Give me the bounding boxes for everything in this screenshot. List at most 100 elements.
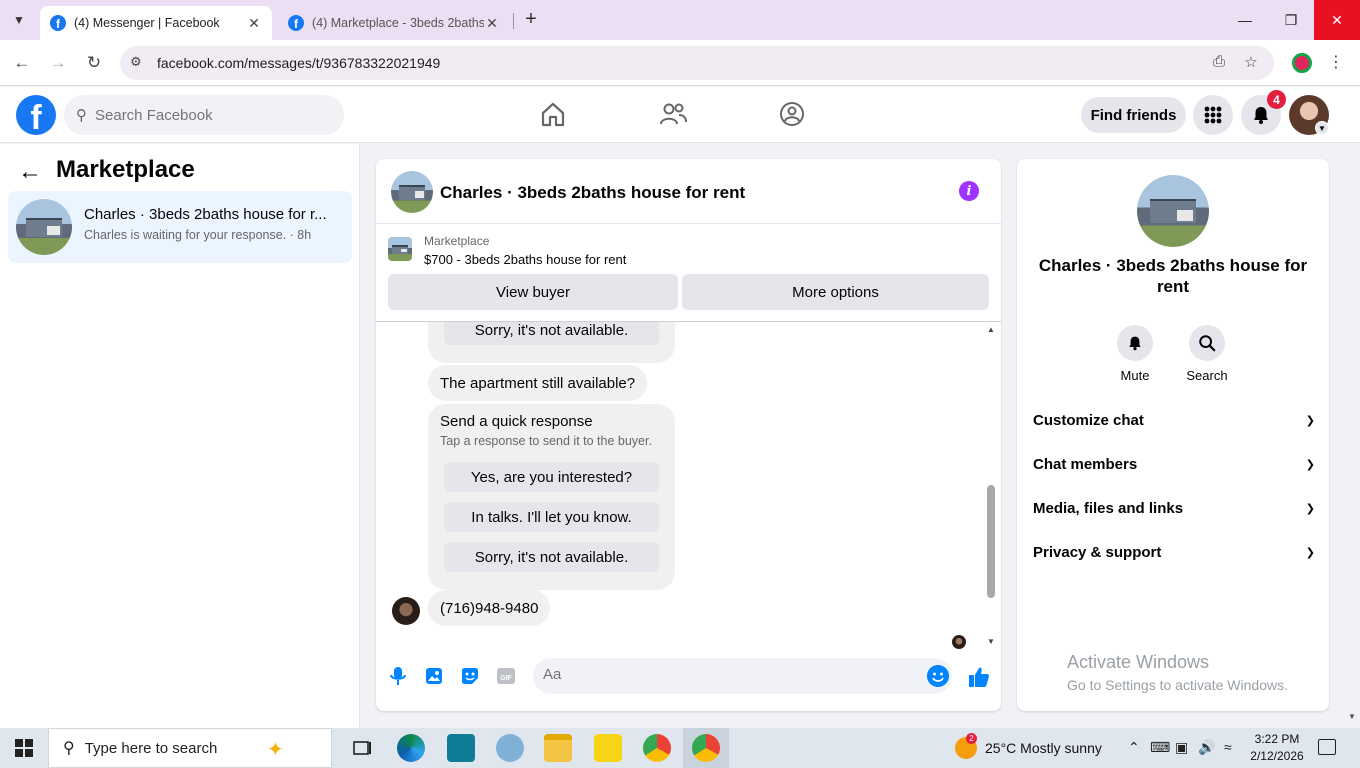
tab-title: (4) Messenger | Facebook [74,16,220,30]
privacy-support-section[interactable]: Privacy & support ❯ [1033,540,1315,564]
conversations-panel: ← Marketplace Charles · 3beds 2baths hou… [0,144,360,728]
listing-title[interactable]: $700 - 3beds 2baths house for rent [424,252,626,267]
scroll-down-arrow-icon[interactable]: ▼ [987,637,995,646]
customize-chat-section[interactable]: Customize chat ❯ [1033,408,1315,432]
message-bubble: (716)948-9480 [428,590,551,626]
weather-text[interactable]: 25°C Mostly sunny [985,740,1102,756]
back-arrow-icon[interactable]: ← [18,158,42,186]
conversation-name: Charles · 3beds 2baths house for r... [84,206,327,223]
conversation-info-icon[interactable]: i [959,181,979,201]
tab-search-dropdown-icon[interactable]: ▼ [6,8,32,32]
chat-scrollbar[interactable] [987,485,995,598]
search-icon: ⚲ [63,740,75,757]
close-tab-icon[interactable]: ✕ [246,15,262,32]
view-buyer-button[interactable]: View buyer [388,274,678,310]
friends-icon[interactable] [658,99,688,129]
facebook-favicon-icon: f [288,15,304,31]
gif-icon[interactable]: GIF [495,665,517,687]
reload-button[interactable]: ↻ [82,51,106,75]
scroll-up-arrow-icon[interactable]: ▲ [987,325,995,334]
chrome-browser-icon[interactable] [692,734,720,762]
browser-menu-icon[interactable]: ⋮ [1328,52,1344,72]
quick-response-group: Send a quick response Tap a response to … [428,404,675,590]
chat-panel: Charles · 3beds 2baths house for rent i … [376,159,1001,711]
chat-title[interactable]: Charles · 3beds 2baths house for rent [440,183,745,203]
quick-reply-button[interactable]: In talks. I'll let you know. [444,502,659,532]
conversation-item[interactable]: Charles · 3beds 2baths house for r... Ch… [8,191,352,263]
url-text[interactable]: facebook.com/messages/t/936783322021949 [157,55,440,71]
facebook-search[interactable]: ⚲ [64,95,344,135]
sticker-icon[interactable] [459,665,481,687]
sender-avatar[interactable] [392,597,420,625]
mute-label: Mute [1120,368,1150,383]
more-options-button[interactable]: More options [682,274,989,310]
home-icon[interactable] [538,99,568,129]
wifi-icon[interactable]: ≈ [1224,739,1232,755]
facebook-logo-icon[interactable]: f [16,95,56,135]
maximize-button[interactable]: ❐ [1268,0,1314,40]
section-label: Chat members [1033,455,1138,473]
thumbs-up-icon[interactable] [967,665,991,689]
photos-app-icon[interactable] [496,734,524,762]
sigma-app-icon[interactable] [447,734,475,762]
edge-browser-icon[interactable] [397,734,425,762]
listing-thumbnail[interactable] [388,237,412,261]
marketplace-listing-bar: Marketplace $700 - 3beds 2baths house fo… [376,224,1001,322]
account-chevron-down-icon[interactable]: ▼ [1315,121,1329,135]
back-button[interactable]: ← [10,51,34,75]
system-clock[interactable]: 3:22 PM 2/12/2026 [1246,731,1308,765]
search-icon: ⚲ [76,107,87,124]
microphone-icon[interactable] [387,665,409,687]
message-list[interactable]: Sorry, it's not available. The apartment… [376,322,1001,652]
quick-reply-button[interactable]: Sorry, it's not available. [444,322,659,345]
copilot-sparkle-icon[interactable]: ✦ [267,737,284,762]
emoji-icon[interactable] [927,665,949,687]
chat-avatar[interactable] [391,171,433,213]
browser-tab-messenger[interactable]: f (4) Messenger | Facebook ✕ [40,6,272,40]
svg-text:GIF: GIF [500,675,512,682]
quick-reply-button[interactable]: Sorry, it's not available. [444,542,659,572]
search-input[interactable] [95,106,315,124]
install-app-icon[interactable]: ⎙ [1209,53,1229,73]
ime-icon[interactable]: ⌨ [1150,739,1170,756]
chat-profile-picture[interactable] [1137,175,1209,247]
find-friends-button[interactable]: Find friends [1081,97,1186,133]
mute-button[interactable]: Mute [1105,325,1165,383]
site-info-icon[interactable]: ⚙ [130,54,148,72]
conversation-preview: Charles is waiting for your response. · … [84,228,312,242]
taskbar-search-box[interactable]: ⚲ Type here to search ✦ [48,728,332,768]
browser-tab-marketplace[interactable]: f (4) Marketplace - 3beds 2baths ✕ [278,6,510,40]
sticky-notes-icon[interactable] [594,734,622,762]
menu-grid-button[interactable] [1193,95,1233,135]
task-view-icon[interactable] [348,734,376,762]
minimize-button[interactable]: — [1222,0,1268,40]
page-scroll-down-arrow-icon[interactable]: ▼ [1348,712,1356,721]
search-in-conversation-button[interactable]: Search [1177,325,1237,383]
windows-start-button[interactable] [0,728,48,768]
close-window-button[interactable]: ✕ [1314,0,1360,40]
windows-logo-icon [15,739,33,757]
address-bar[interactable]: ⚙ facebook.com/messages/t/93678332202194… [120,46,1274,80]
notification-center-icon[interactable] [1318,739,1336,755]
volume-icon[interactable]: 🔊 [1198,739,1215,756]
quick-response-group: Sorry, it's not available. [428,322,675,363]
message-input-container[interactable] [533,658,952,694]
browser-profile-icon[interactable] [1292,53,1312,73]
seen-by-avatar [952,635,966,649]
forward-button[interactable]: → [46,51,70,75]
bell-icon [1129,336,1141,351]
camera-icon[interactable]: ▣ [1175,739,1188,756]
groups-icon[interactable] [777,99,807,129]
chat-members-section[interactable]: Chat members ❯ [1033,452,1315,476]
new-tab-button[interactable]: + [520,9,542,31]
show-hidden-icons-icon[interactable]: ⌃ [1128,739,1140,756]
media-files-links-section[interactable]: Media, files and links ❯ [1033,496,1315,520]
message-input[interactable] [543,666,913,683]
quick-reply-button[interactable]: Yes, are you interested? [444,462,659,492]
photo-icon[interactable] [423,665,445,687]
close-tab-icon[interactable]: ✕ [484,15,500,32]
chrome-browser-icon[interactable] [643,734,671,762]
file-explorer-icon[interactable] [544,734,572,762]
clock-date: 2/12/2026 [1250,749,1304,763]
bookmark-star-icon[interactable]: ☆ [1241,53,1261,73]
